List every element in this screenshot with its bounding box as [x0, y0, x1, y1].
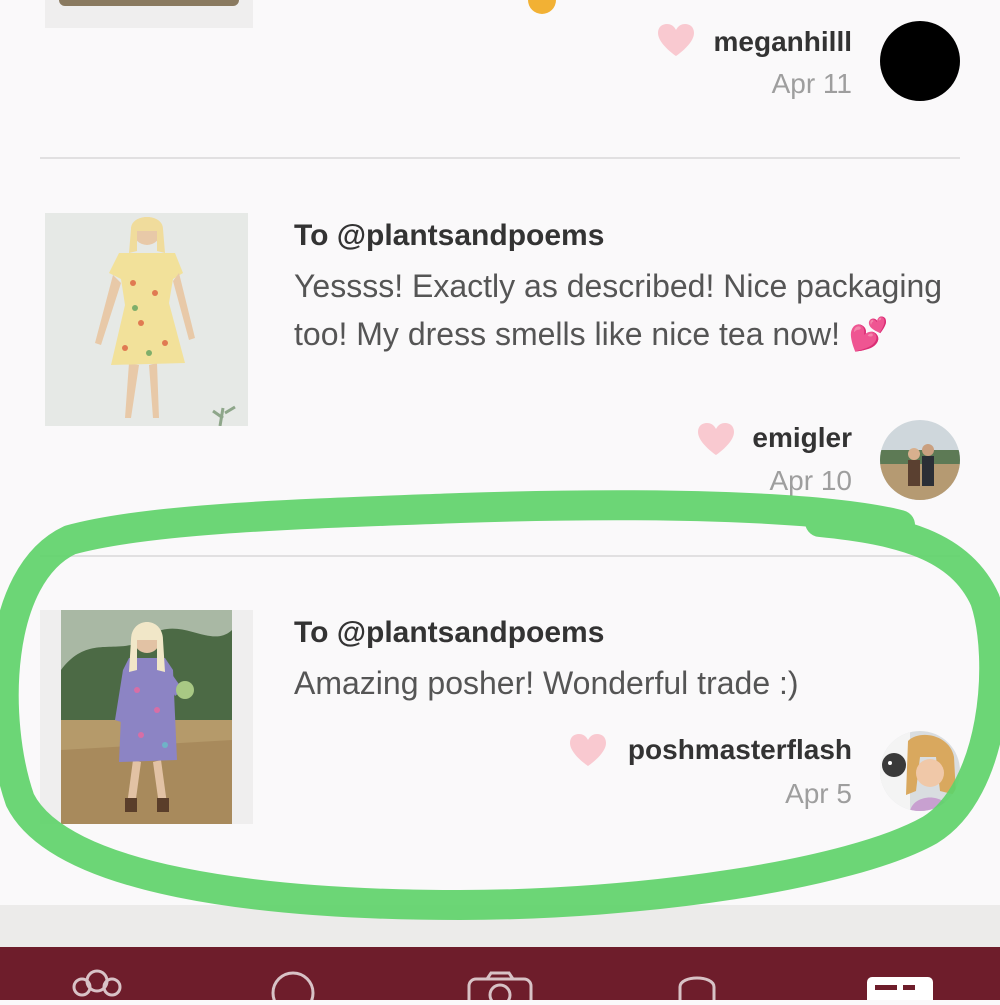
avatar[interactable]	[880, 731, 960, 811]
heart-icon[interactable]	[696, 421, 736, 457]
review-date: Apr 11	[771, 68, 852, 99]
review-text: Yessss! Exactly as described! Nice packa…	[294, 268, 943, 352]
review-text: Amazing posher! Wonderful trade :)	[294, 665, 799, 701]
footer-strip	[0, 905, 1000, 947]
emoji-icon	[528, 0, 556, 14]
heart-icon[interactable]	[568, 732, 608, 768]
review-date: Apr 5	[785, 778, 852, 809]
tab-search[interactable]	[248, 955, 338, 1005]
listing-thumbnail[interactable]	[40, 610, 253, 824]
listing-thumbnail[interactable]	[45, 213, 248, 426]
avatar[interactable]	[880, 21, 960, 101]
avatar[interactable]	[880, 420, 960, 500]
listing-thumbnail[interactable]	[45, 0, 253, 28]
tab-news[interactable]	[652, 955, 742, 1005]
review-date: Apr 10	[769, 465, 853, 496]
reviewer-username[interactable]: meganhilll	[714, 26, 852, 58]
divider	[40, 157, 960, 159]
reviewer-username[interactable]: poshmasterflash	[628, 734, 852, 766]
camera-icon	[467, 971, 533, 1005]
highlight-marker-circle	[0, 490, 1000, 920]
search-icon	[271, 971, 315, 1005]
reviewer-username[interactable]: emigler	[752, 422, 852, 454]
divider	[40, 555, 960, 557]
notifications-icon	[678, 976, 716, 1005]
bag-strap	[59, 0, 239, 6]
tab-account[interactable]	[855, 955, 945, 1005]
feed-people-icon	[72, 969, 122, 997]
account-icon	[867, 977, 933, 1005]
tab-bar	[0, 947, 1000, 1005]
tab-sell[interactable]	[455, 955, 545, 1005]
review-recipient[interactable]: To @plantsandpoems	[294, 616, 604, 650]
tab-feed[interactable]	[52, 955, 142, 1000]
heart-icon[interactable]	[656, 22, 696, 58]
review-recipient[interactable]: To @plantsandpoems	[294, 219, 604, 253]
